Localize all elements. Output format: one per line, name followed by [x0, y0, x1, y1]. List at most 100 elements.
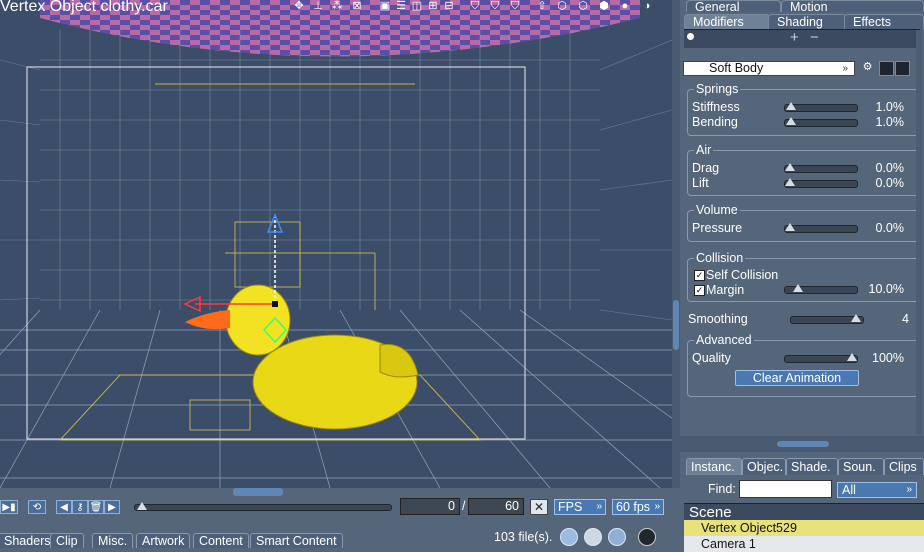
pressure-slider[interactable] — [784, 223, 858, 233]
tab-shading[interactable]: Shading — [768, 14, 847, 29]
lift-slider[interactable] — [784, 178, 858, 188]
tab-instances[interactable]: Instanc. — [686, 458, 742, 475]
stiffness-slider[interactable] — [784, 102, 858, 112]
panel-splitter-handle[interactable] — [777, 441, 829, 447]
tab-smart-content[interactable]: Smart Content — [250, 533, 343, 548]
find-input[interactable] — [739, 480, 832, 498]
save-icon[interactable] — [879, 61, 894, 76]
modifier-select[interactable]: Soft Body » — [683, 61, 855, 76]
wireframe-icon[interactable]: ⬡ — [576, 0, 590, 13]
snap-icon[interactable]: ⊠ — [350, 0, 364, 13]
layout-split-vertical-icon[interactable]: ◫ — [410, 0, 424, 13]
pressure-label: Pressure — [692, 221, 743, 235]
view-details-icon[interactable] — [608, 528, 626, 546]
layout-quad-icon[interactable]: ⊞ — [426, 0, 440, 13]
fps-mode-select[interactable]: FPS » — [554, 499, 606, 515]
layout-split-horizontal-icon[interactable]: ☰ — [394, 0, 408, 13]
scene-heading: Scene — [684, 503, 924, 521]
shield-outline-icon[interactable]: ⛉ — [508, 0, 522, 13]
textured-icon[interactable]: ◑ — [640, 0, 654, 13]
tab-motion[interactable]: Motion — [781, 0, 924, 13]
margin-value: 10.0% — [868, 282, 904, 296]
tab-misc[interactable]: Misc. — [92, 533, 134, 548]
hierarchy-icon[interactable]: ⁂ — [330, 0, 344, 13]
tab-modifiers[interactable]: Modifiers — [684, 14, 770, 29]
tab-shaders-library[interactable]: Shaders — [0, 533, 57, 548]
clear-animation-button[interactable]: Clear Animation — [735, 370, 859, 386]
timeline-scrubber-thumb[interactable] — [137, 502, 147, 510]
tab-clips[interactable]: Clips — [884, 458, 924, 475]
pressure-value: 0.0% — [875, 221, 905, 235]
lift-slider-thumb[interactable] — [785, 178, 795, 186]
self-collision-checkbox[interactable]: ✓ — [694, 270, 705, 281]
splitter-handle[interactable] — [673, 300, 679, 350]
bending-slider-thumb[interactable] — [786, 117, 796, 125]
bending-label: Bending — [692, 115, 738, 129]
refresh-icon[interactable] — [638, 528, 656, 546]
remove-modifier-button[interactable]: − — [810, 30, 819, 46]
add-modifier-button[interactable]: + — [790, 30, 799, 46]
drag-slider[interactable] — [784, 163, 858, 173]
shield-icon[interactable]: ⛉ — [468, 0, 482, 13]
solid-icon[interactable]: ⬢ — [597, 0, 611, 13]
close-icon[interactable]: ✕ — [530, 499, 548, 515]
tab-general[interactable]: General — [686, 0, 781, 13]
pin-icon[interactable]: ⊥ — [311, 0, 325, 13]
modifier-select-value: Soft Body — [709, 61, 764, 75]
tab-sounds[interactable]: Soun. — [838, 458, 884, 475]
tab-content[interactable]: Content — [193, 533, 249, 548]
fps-select[interactable]: 60 fps » — [612, 499, 664, 515]
move-icon[interactable]: ✥ — [292, 0, 306, 13]
load-icon[interactable] — [895, 61, 910, 76]
loop-button[interactable]: ⟲ — [28, 500, 46, 514]
view-list-icon[interactable] — [584, 528, 602, 546]
panel-splitter[interactable] — [680, 436, 924, 452]
smoothing-slider[interactable] — [790, 314, 864, 324]
timeline-scrubber[interactable] — [134, 502, 392, 511]
layout-triple-icon[interactable]: ⊟ — [442, 0, 456, 13]
tab-clip[interactable]: Clip — [50, 533, 84, 548]
viewport-splitter[interactable] — [672, 0, 680, 488]
margin-checkbox[interactable]: ✓ — [694, 285, 705, 296]
smooth-shaded-icon[interactable]: ● — [618, 0, 632, 13]
collision-label: Collision — [694, 251, 746, 265]
lift-label: Lift — [692, 176, 709, 190]
vertex-icon[interactable]: ⬡ — [555, 0, 569, 13]
step-forward-button[interactable]: ▶▮ — [0, 500, 18, 514]
filter-select[interactable]: All » — [837, 482, 917, 498]
previous-key-button[interactable]: ◀ — [56, 500, 72, 514]
stiffness-label: Stiffness — [692, 100, 740, 114]
tab-effects[interactable]: Effects — [844, 14, 924, 29]
chevron-down-icon: » — [596, 501, 602, 512]
view-thumbnails-icon[interactable] — [560, 528, 578, 546]
margin-slider[interactable] — [784, 284, 858, 294]
next-key-button[interactable]: ▶ — [104, 500, 120, 514]
panel-scrollbar[interactable] — [916, 30, 922, 435]
quality-slider[interactable] — [784, 353, 858, 363]
tab-artwork[interactable]: Artwork — [136, 533, 191, 548]
layout-single-icon[interactable]: ▣ — [378, 0, 392, 13]
key-icon[interactable]: ⚷ — [72, 500, 88, 514]
viewport[interactable]: Vertex Object clothy.car ✥ ⊥ ⁂ ⊠ ▣ ☰ ◫ ⊞… — [0, 0, 672, 488]
modifier-list[interactable]: + − — [684, 29, 920, 48]
margin-slider-thumb[interactable] — [793, 284, 803, 292]
tab-objects[interactable]: Objec. — [742, 458, 786, 475]
settings-icon[interactable]: ⚙ — [861, 61, 874, 74]
timeline-splitter-handle[interactable] — [233, 488, 283, 496]
delete-key-button[interactable]: 🗑 — [88, 500, 104, 514]
scene-item-selected[interactable]: Vertex Object529 — [684, 520, 924, 536]
pressure-slider-thumb[interactable] — [785, 223, 795, 231]
tab-shaders[interactable]: Shade. — [786, 458, 838, 475]
fps-mode-value: FPS — [558, 500, 583, 514]
air-label: Air — [694, 143, 714, 157]
scene-item[interactable]: Camera 1 — [684, 536, 924, 552]
drag-slider-thumb[interactable] — [785, 163, 795, 171]
filter-select-value: All — [842, 483, 856, 497]
advanced-group — [687, 340, 919, 397]
current-frame-field[interactable]: 0 — [400, 498, 460, 515]
shield-alt-icon[interactable]: ⛉ — [488, 0, 502, 13]
stiffness-slider-thumb[interactable] — [786, 102, 796, 110]
navigate-icon[interactable]: ⇧ — [535, 0, 549, 13]
bending-slider[interactable] — [784, 117, 858, 127]
end-frame-field[interactable]: 60 — [468, 498, 524, 515]
